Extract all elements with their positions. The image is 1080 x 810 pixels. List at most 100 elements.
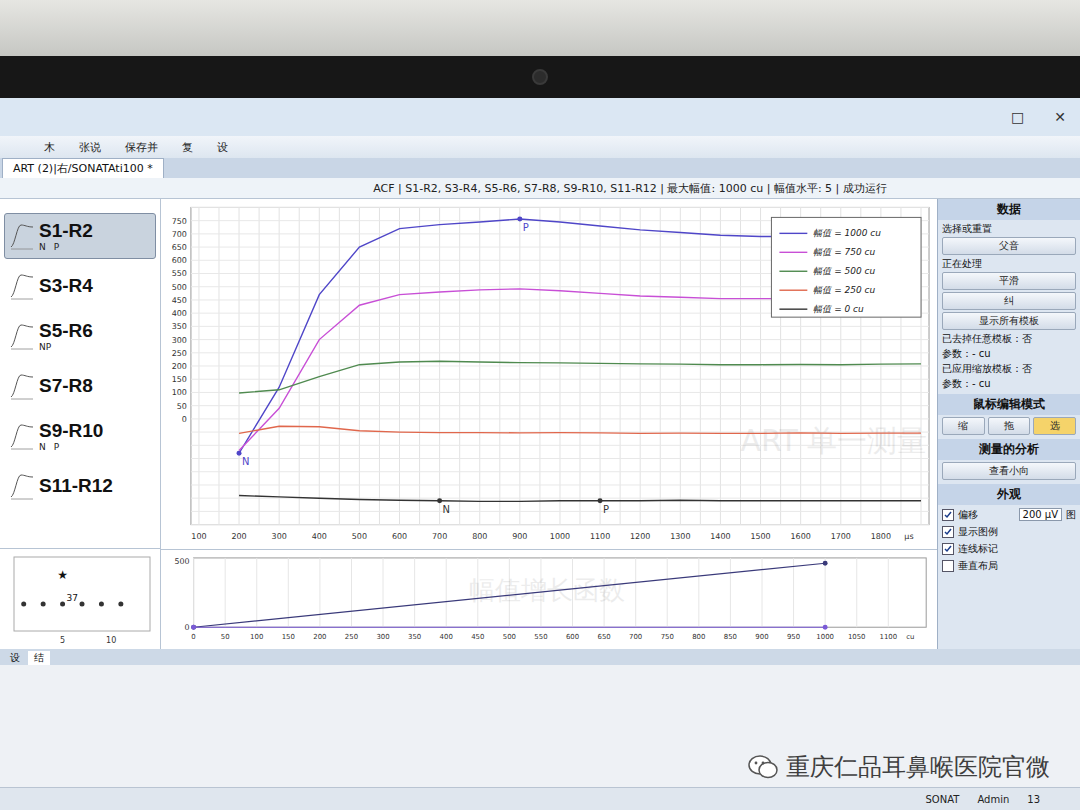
x-tick: 1000 — [550, 532, 570, 541]
panel-button[interactable]: 平滑 — [942, 272, 1076, 290]
scatter-label: 37 — [67, 593, 78, 603]
scatter-point — [21, 602, 26, 607]
channel-item[interactable]: S1-R2NP — [4, 213, 156, 259]
section-header[interactable]: 外观 — [938, 484, 1080, 505]
window-button[interactable]: □ — [1011, 109, 1024, 125]
peak-marker[interactable]: N — [437, 498, 450, 514]
x-tick: 1100 — [590, 532, 610, 541]
trace-thumbnail-icon — [9, 319, 35, 353]
taskbar-item[interactable]: Admin — [977, 794, 1009, 805]
title-bar: □✕ — [0, 98, 1080, 136]
x-unit: μs — [904, 532, 913, 541]
y-tick: 450 — [172, 296, 187, 305]
svg-text:P: P — [603, 504, 609, 515]
svg-text:N: N — [242, 456, 249, 467]
checkbox[interactable] — [942, 509, 954, 521]
svg-text:幅值 = 0 cu: 幅值 = 0 cu — [813, 304, 864, 314]
check-row[interactable]: 垂直布局 — [942, 558, 1076, 573]
check-row[interactable]: 偏移200 μV图 — [942, 507, 1076, 522]
mode-button[interactable]: 缩 — [942, 417, 985, 435]
window-button[interactable]: ✕ — [1054, 109, 1066, 125]
toolbar-button[interactable]: 木 — [40, 139, 59, 156]
check-row[interactable]: 显示图例 — [942, 524, 1076, 539]
toolbar-button[interactable]: 张说 — [75, 139, 105, 156]
offset-field[interactable]: 200 μV — [1019, 508, 1062, 521]
channel-item[interactable]: S11-R12 — [4, 463, 156, 509]
section-header[interactable]: 鼠标编辑模式 — [938, 394, 1080, 415]
panel-button[interactable]: 父音 — [942, 237, 1076, 255]
bottom-tabs: 设结 — [0, 649, 1080, 665]
x-tick: 1700 — [831, 532, 851, 541]
x-tick: 750 — [661, 633, 674, 641]
x-tick: 10 — [106, 636, 116, 645]
checkbox[interactable] — [942, 543, 954, 555]
response-chart[interactable]: ART 单一测量10020030040050060070080090010001… — [161, 199, 937, 549]
toolbar-button[interactable]: 保存并 — [121, 139, 162, 156]
x-tick: 150 — [282, 633, 295, 641]
x-tick: 700 — [629, 633, 642, 641]
photo-frame: □✕木张说保存并复设ART (2)|右/SONATAti100 *ACF | S… — [0, 0, 1080, 810]
growth-chart[interactable]: 幅值增长函数0501001502002503003504004505005506… — [161, 550, 937, 649]
x-tick: 1300 — [670, 532, 690, 541]
x-tick: 350 — [408, 633, 421, 641]
svg-text:幅值 = 1000 cu: 幅值 = 1000 cu — [813, 228, 881, 238]
taskbar-item[interactable]: SONAT — [926, 794, 960, 805]
channel-list: S1-R2NPS3-R4S5-R6NPS7-R8S9-R10NPS11-R12 — [0, 199, 160, 548]
x-tick: 700 — [432, 532, 447, 541]
x-unit: cu — [906, 633, 914, 641]
panel-label: 选择或重置 — [942, 222, 1076, 235]
star-icon: ★ — [57, 568, 68, 582]
panel-label: 已应用缩放模板：否 — [942, 362, 1076, 375]
x-tick: 1600 — [791, 532, 811, 541]
chart-watermark: 幅值增长函数 — [469, 576, 625, 606]
peak-marker[interactable]: N — [237, 451, 250, 467]
panel-button[interactable]: 查看小向 — [942, 462, 1076, 480]
trace-thumbnail-icon — [9, 269, 35, 303]
y-tick: 650 — [172, 243, 187, 252]
bottom-tab[interactable]: 设 — [4, 651, 26, 665]
empty-area: 重庆仁品耳鼻喉医院官微 — [0, 665, 1080, 787]
info-bar: ACF | S1-R2, S3-R4, S5-R6, S7-R8, S9-R10… — [0, 178, 1080, 199]
y-tick: 200 — [172, 362, 187, 371]
svg-text:幅值 = 750 cu: 幅值 = 750 cu — [813, 247, 875, 257]
x-tick: 450 — [471, 633, 484, 641]
chart-legend: 幅值 = 1000 cu幅值 = 750 cu幅值 = 500 cu幅值 = 2… — [771, 217, 921, 317]
channel-item[interactable]: S5-R6NP — [4, 313, 156, 359]
mode-button[interactable]: 拖 — [988, 417, 1031, 435]
trace-thumbnail-icon — [9, 469, 35, 503]
x-tick: 1200 — [630, 532, 650, 541]
channel-item[interactable]: S7-R8 — [4, 363, 156, 409]
x-tick: 300 — [376, 633, 389, 641]
document-tab[interactable]: ART (2)|右/SONATAti100 * — [2, 158, 164, 178]
x-tick: 0 — [191, 633, 195, 641]
peak-marker[interactable]: P — [517, 217, 529, 233]
panel-button[interactable]: 纠 — [942, 292, 1076, 310]
channel-item[interactable]: S9-R10NP — [4, 413, 156, 459]
panel-button[interactable]: 显示所有模板 — [942, 312, 1076, 330]
x-tick: 400 — [312, 532, 327, 541]
wechat-icon — [748, 754, 778, 780]
y-tick: 50 — [177, 402, 187, 411]
left-column: S1-R2NPS3-R4S5-R6NPS7-R8S9-R10NPS11-R12 ★… — [0, 199, 161, 649]
taskbar-item[interactable]: 13 — [1027, 794, 1040, 805]
check-row[interactable]: 连线标记 — [942, 541, 1076, 556]
section-header[interactable]: 测量的分析 — [938, 439, 1080, 460]
checkbox[interactable] — [942, 526, 954, 538]
checkbox[interactable] — [942, 560, 954, 572]
channel-item[interactable]: S3-R4 — [4, 263, 156, 309]
wall — [0, 0, 1080, 56]
bottom-tab[interactable]: 结 — [28, 651, 50, 665]
toolbar-button[interactable]: 复 — [178, 139, 197, 156]
panel-label: 参数：- cu — [942, 347, 1076, 360]
mode-button[interactable]: 选 — [1033, 417, 1076, 435]
toolbar-button[interactable]: 设 — [213, 139, 232, 156]
peak-marker[interactable]: P — [598, 498, 610, 514]
x-tick: 600 — [392, 532, 407, 541]
x-tick: 50 — [221, 633, 230, 641]
section-header[interactable]: 数据 — [938, 199, 1080, 220]
svg-text:P: P — [523, 222, 529, 233]
check-icon — [944, 528, 952, 536]
scatter-point — [60, 602, 65, 607]
y-tick: 550 — [172, 270, 187, 279]
y-tick: 0 — [185, 623, 190, 632]
